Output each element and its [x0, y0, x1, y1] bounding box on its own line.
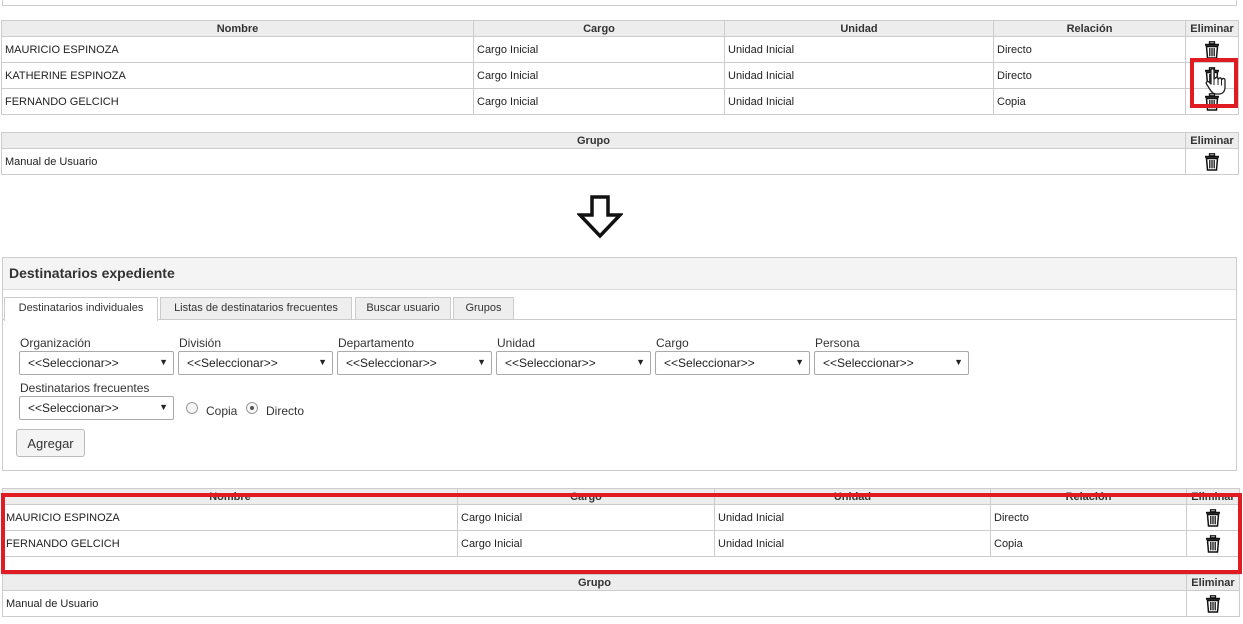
cell-cargo: Cargo Inicial: [473, 88, 725, 115]
col-header-grupo[interactable]: Grupo: [2, 574, 1187, 591]
select-destinatarios-frecuentes[interactable]: <<Seleccionar>> ▼: [19, 396, 174, 420]
cell-cargo: Cargo Inicial: [473, 36, 725, 63]
tab-grupos[interactable]: Grupos: [453, 297, 514, 319]
bottom-groups-table: Grupo Eliminar Manual de Usuario: [2, 574, 1240, 617]
cell-grupo: Manual de Usuario: [1, 148, 1186, 175]
col-header-eliminar: Eliminar: [1186, 574, 1240, 591]
table-row: FERNANDO GELCICH Cargo Inicial Unidad In…: [1, 88, 1239, 115]
tab-buscar-usuario[interactable]: Buscar usuario: [355, 297, 451, 319]
col-header-eliminar: Eliminar: [1185, 132, 1239, 149]
label-destinatarios-frecuentes: Destinatarios frecuentes: [20, 381, 150, 395]
caret-down-icon: ▼: [159, 357, 168, 367]
cell-relacion: Directo: [993, 36, 1186, 63]
tab-listas-frecuentes[interactable]: Listas de destinatarios frecuentes: [160, 297, 352, 319]
col-header-grupo[interactable]: Grupo: [1, 132, 1186, 149]
select-value: <<Seleccionar>>: [28, 401, 119, 415]
col-header-eliminar: Eliminar: [1185, 20, 1239, 37]
cell-nombre: MAURICIO ESPINOZA: [1, 36, 474, 63]
label-division: División: [179, 336, 222, 350]
top-groups-table: Grupo Eliminar Manual de Usuario: [1, 132, 1239, 175]
col-header-cargo[interactable]: Cargo: [473, 20, 725, 37]
radio-copia[interactable]: [186, 402, 198, 414]
radio-directo-label: Directo: [266, 404, 305, 418]
cell-grupo: Manual de Usuario: [2, 590, 1187, 617]
cell-cargo: Cargo Inicial: [473, 62, 725, 89]
caret-down-icon: ▼: [477, 357, 486, 367]
select-value: <<Seleccionar>>: [28, 356, 119, 370]
agregar-button[interactable]: Agregar: [16, 429, 85, 457]
label-departamento: Departamento: [338, 336, 415, 350]
top-frame-edge: [2, 0, 1237, 6]
arrow-down-icon: [577, 195, 623, 239]
label-organizacion: Organización: [20, 336, 91, 350]
hand-pointer-icon: [1205, 68, 1226, 95]
tab-destinatarios-individuales[interactable]: Destinatarios individuales: [4, 297, 158, 321]
label-persona: Persona: [815, 336, 860, 350]
caret-down-icon: ▼: [795, 357, 804, 367]
table-header-row: Grupo Eliminar: [2, 574, 1240, 591]
select-value: <<Seleccionar>>: [505, 356, 596, 370]
caret-down-icon: ▼: [636, 357, 645, 367]
radio-copia-label: Copia: [206, 404, 238, 418]
select-value: <<Seleccionar>>: [664, 356, 755, 370]
select-value: <<Seleccionar>>: [187, 356, 278, 370]
label-cargo: Cargo: [656, 336, 689, 350]
trash-icon[interactable]: [1204, 40, 1220, 59]
col-header-unidad[interactable]: Unidad: [724, 20, 994, 37]
trash-icon[interactable]: [1204, 152, 1220, 171]
cell-eliminar: [1186, 590, 1240, 617]
cell-nombre: FERNANDO GELCICH: [1, 88, 474, 115]
caret-down-icon: ▼: [159, 402, 168, 412]
cell-unidad: Unidad Inicial: [724, 88, 994, 115]
select-value: <<Seleccionar>>: [823, 356, 914, 370]
table-row: MAURICIO ESPINOZA Cargo Inicial Unidad I…: [1, 36, 1239, 63]
select-division[interactable]: <<Seleccionar>> ▼: [178, 351, 333, 375]
trash-icon[interactable]: [1205, 594, 1221, 613]
select-unidad[interactable]: <<Seleccionar>> ▼: [496, 351, 651, 375]
table-row: KATHERINE ESPINOZA Cargo Inicial Unidad …: [1, 62, 1239, 89]
table-header-row: Nombre Cargo Unidad Relación Eliminar: [1, 20, 1239, 37]
highlight-result-box: [1, 493, 1242, 574]
select-persona[interactable]: <<Seleccionar>> ▼: [814, 351, 969, 375]
tab-divider: [3, 319, 1236, 320]
select-departamento[interactable]: <<Seleccionar>> ▼: [337, 351, 492, 375]
select-value: <<Seleccionar>>: [346, 356, 437, 370]
cell-eliminar: [1185, 148, 1239, 175]
cell-relacion: Copia: [993, 88, 1186, 115]
panel-title: Destinatarios expediente: [3, 258, 1236, 290]
select-organizacion[interactable]: <<Seleccionar>> ▼: [19, 351, 174, 375]
top-recipients-table: Nombre Cargo Unidad Relación Eliminar MA…: [1, 20, 1239, 115]
caret-down-icon: ▼: [318, 357, 327, 367]
select-cargo[interactable]: <<Seleccionar>> ▼: [655, 351, 810, 375]
col-header-relacion[interactable]: Relación: [993, 20, 1186, 37]
radio-directo[interactable]: [246, 402, 258, 414]
cell-relacion: Directo: [993, 62, 1186, 89]
label-unidad: Unidad: [497, 336, 536, 350]
cell-unidad: Unidad Inicial: [724, 62, 994, 89]
cell-unidad: Unidad Inicial: [724, 36, 994, 63]
table-row: Manual de Usuario: [1, 148, 1239, 175]
table-header-row: Grupo Eliminar: [1, 132, 1239, 149]
table-row: Manual de Usuario: [2, 590, 1240, 617]
col-header-nombre[interactable]: Nombre: [1, 20, 474, 37]
caret-down-icon: ▼: [954, 357, 963, 367]
cell-nombre: KATHERINE ESPINOZA: [1, 62, 474, 89]
